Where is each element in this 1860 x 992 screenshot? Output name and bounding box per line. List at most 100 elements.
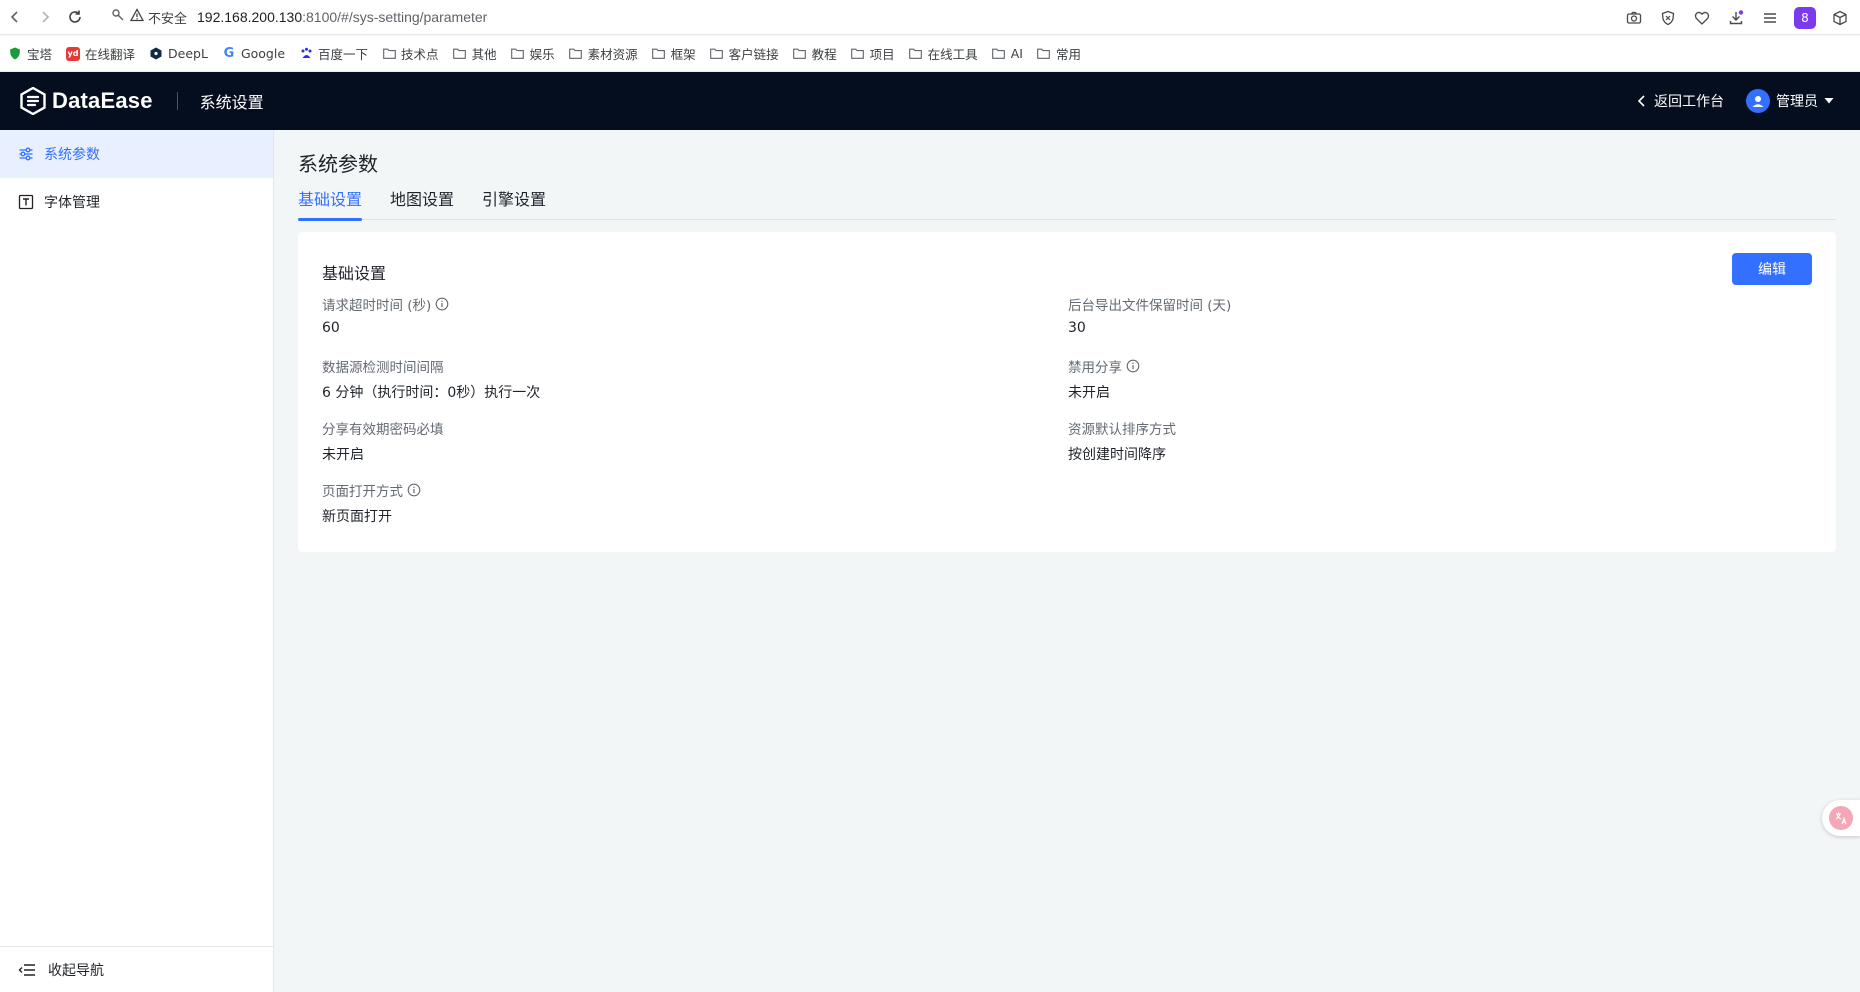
site-settings-icon[interactable] <box>110 7 126 27</box>
bookmark-label: 其他 <box>471 47 497 62</box>
folder-icon <box>851 47 865 61</box>
tab-engine-settings[interactable]: 引擎设置 <box>482 186 546 220</box>
bookmark-item[interactable]: 技术点 <box>382 44 439 63</box>
bookmark-item[interactable]: 项目 <box>851 44 895 63</box>
sidebar-item-system-parameters[interactable]: 系统参数 <box>0 130 273 178</box>
info-icon[interactable] <box>435 297 449 311</box>
bookmark-label: AI <box>1010 46 1023 61</box>
folder-icon <box>453 47 467 61</box>
translate-widget[interactable] <box>1822 800 1860 836</box>
field-request-timeout: 请求超时时间 (秒) 60 <box>322 294 449 336</box>
bookmark-item[interactable]: DeepL <box>149 46 208 61</box>
chevron-left-icon <box>1637 95 1645 107</box>
field-value: 按创建时间降序 <box>1068 447 1166 463</box>
field-label: 数据源检测时间间隔 <box>322 360 444 376</box>
download-icon[interactable] <box>1726 8 1746 28</box>
bookmark-item[interactable]: 客户链接 <box>710 44 779 63</box>
bookmark-item[interactable]: 宝塔 <box>8 44 52 63</box>
browser-toolbar: 不安全 192.168.200.130:8100/#/sys-setting/p… <box>0 0 1860 35</box>
heart-icon[interactable] <box>1692 8 1712 28</box>
field-default-sort: 资源默认排序方式 按创建时间降序 <box>1068 418 1176 464</box>
shield-icon <box>8 47 22 61</box>
field-label: 分享有效期密码必填 <box>322 422 444 438</box>
reload-icon[interactable] <box>60 2 90 32</box>
field-disable-sharing: 禁用分享 未开启 <box>1068 356 1140 402</box>
bookmark-item[interactable]: 其他 <box>453 44 497 63</box>
folder-icon <box>569 47 583 61</box>
back-arrow-icon[interactable] <box>0 2 30 32</box>
url-text[interactable]: 192.168.200.130:8100/#/sys-setting/param… <box>197 9 487 25</box>
field-export-retention: 后台导出文件保留时间 (天) 30 <box>1068 294 1231 336</box>
card-title: 基础设置 <box>322 264 387 283</box>
bookmark-label: 客户链接 <box>728 47 779 62</box>
bookmark-item[interactable]: yd 在线翻译 <box>66 44 135 63</box>
sidebar-item-font-management[interactable]: 字体管理 <box>0 178 273 226</box>
tab-basic-settings[interactable]: 基础设置 <box>298 186 363 221</box>
field-value: 未开启 <box>322 447 364 463</box>
insecure-label: 不安全 <box>148 11 188 27</box>
bookmark-item[interactable]: 百度一下 <box>299 44 368 63</box>
field-value: 新页面打开 <box>322 509 392 525</box>
bookmark-item[interactable]: G Google <box>222 46 285 61</box>
collapse-menu-icon <box>18 963 35 976</box>
google-icon: G <box>223 46 235 61</box>
collapse-nav-label: 收起导航 <box>48 962 104 979</box>
field-page-open-mode: 页面打开方式 新页面打开 <box>322 480 421 526</box>
address-bar[interactable]: 不安全 192.168.200.130:8100/#/sys-setting/p… <box>110 7 487 27</box>
profile-avatar[interactable]: 8 <box>1794 6 1816 29</box>
bookmark-item[interactable]: 框架 <box>652 44 696 63</box>
url-path: :8100/#/sys-setting/parameter <box>302 9 488 25</box>
bookmark-label: 百度一下 <box>318 47 369 62</box>
deepl-icon <box>149 47 163 61</box>
info-icon[interactable] <box>407 483 421 497</box>
bookmark-item[interactable]: AI <box>992 46 1023 61</box>
camera-icon[interactable] <box>1624 8 1644 28</box>
bookmark-label: 教程 <box>811 47 837 62</box>
edit-button[interactable]: 编辑 <box>1732 253 1812 285</box>
sidebar-item-label: 系统参数 <box>44 147 100 163</box>
field-value: 6 分钟（执行时间：0秒）执行一次 <box>322 385 541 401</box>
bookmark-label: Google <box>240 46 286 61</box>
bookmark-item[interactable]: 常用 <box>1037 44 1081 63</box>
field-datasource-check-interval: 数据源检测时间间隔 6 分钟（执行时间：0秒）执行一次 <box>322 356 540 402</box>
bookmark-item[interactable]: 素材资源 <box>569 44 638 63</box>
folder-icon <box>793 47 807 61</box>
field-value: 60 <box>322 320 340 336</box>
field-label: 后台导出文件保留时间 (天) <box>1068 298 1232 314</box>
bookmark-item[interactable]: 在线工具 <box>909 44 978 63</box>
collapse-nav-button[interactable]: 收起导航 <box>0 946 273 992</box>
user-menu[interactable]: 管理员 <box>1746 89 1834 113</box>
tab-bar: 基础设置 地图设置 引擎设置 <box>298 186 1836 221</box>
field-value: 30 <box>1068 320 1086 336</box>
menu-lines-icon[interactable] <box>1760 8 1780 28</box>
basic-settings-card: 基础设置 编辑 请求超时时间 (秒) 60 后台导出文件保留时间 (天) 30 … <box>298 232 1836 552</box>
folder-icon <box>382 47 396 61</box>
bookmark-label: 项目 <box>869 47 895 62</box>
yd-icon: yd <box>66 46 81 61</box>
user-avatar-icon <box>1746 89 1770 113</box>
user-name: 管理员 <box>1776 94 1818 110</box>
page-title: 系统参数 <box>298 152 378 176</box>
header-title: 系统设置 <box>199 93 264 112</box>
bookmark-label: 宝塔 <box>27 47 53 62</box>
field-share-password-required: 分享有效期密码必填 未开启 <box>322 418 444 464</box>
logo[interactable]: DataEase <box>20 87 153 115</box>
bookmark-label: DeepL <box>168 46 208 61</box>
extension-cube-icon[interactable] <box>1830 8 1850 28</box>
sidebar-item-label: 字体管理 <box>44 195 100 211</box>
bookmark-label: 框架 <box>670 47 696 62</box>
forward-arrow-icon[interactable] <box>30 2 60 32</box>
tab-map-settings[interactable]: 地图设置 <box>390 186 454 220</box>
folder-icon <box>992 47 1006 61</box>
shield-extension-icon[interactable] <box>1658 8 1678 28</box>
bookmark-item[interactable]: 娱乐 <box>511 44 555 63</box>
sliders-icon <box>19 147 33 161</box>
warning-icon <box>129 8 145 26</box>
bookmark-item[interactable]: 教程 <box>793 44 837 63</box>
url-host: 192.168.200.130 <box>197 9 303 25</box>
folder-icon <box>511 47 525 61</box>
back-to-workbench-link[interactable]: 返回工作台 <box>1636 91 1724 111</box>
field-value: 未开启 <box>1068 385 1110 401</box>
info-icon[interactable] <box>1126 359 1140 373</box>
bookmark-label: 素材资源 <box>587 47 638 62</box>
